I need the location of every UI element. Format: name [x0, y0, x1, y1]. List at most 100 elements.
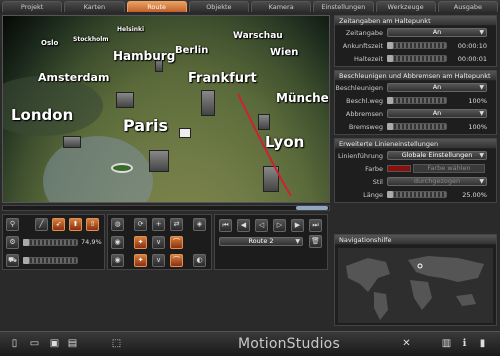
- trash-icon[interactable]: ▮: [476, 337, 489, 350]
- navigation-minimap[interactable]: [338, 248, 493, 323]
- row-abbremsen: Abbremsen An ▼: [335, 107, 496, 120]
- slider-knob[interactable]: [23, 239, 29, 246]
- line-style-icon[interactable]: ╱: [35, 218, 48, 231]
- row-beschleunigen: Beschleunigen An ▼: [335, 81, 496, 94]
- prev-icon[interactable]: ◀: [237, 219, 250, 232]
- vehicle-size-slider[interactable]: [23, 257, 78, 264]
- last-icon[interactable]: ⏭: [309, 219, 322, 232]
- row-ankunftszeit: Ankunftszeit 00:00:10: [335, 39, 496, 52]
- bremsweg-slider[interactable]: [387, 123, 447, 130]
- route-select[interactable]: Route 2 ▼: [219, 237, 303, 246]
- curve-icon[interactable]: ⌒: [170, 236, 183, 249]
- tab-ausgabe[interactable]: Ausgabe: [437, 1, 498, 12]
- tools-icon[interactable]: ✕: [400, 337, 413, 350]
- city-label: Wien: [270, 47, 299, 58]
- arrow-up-alt-icon[interactable]: ⇧: [86, 218, 99, 231]
- linienfuehrung-dropdown[interactable]: Globale Einstellungen ▼: [387, 151, 487, 160]
- tab-objekte[interactable]: Objekte: [188, 1, 249, 12]
- color-swatch[interactable]: [387, 165, 411, 172]
- line-width-slider[interactable]: [23, 239, 78, 246]
- stil-label: Stil: [372, 177, 383, 186]
- row-stil: Stil durchgezogen ▼: [335, 175, 496, 188]
- map-viewport[interactable]: Oslo Stockholm Helsinki Hamburg Berlin W…: [2, 15, 330, 203]
- nav-title: Navigationshilfe: [335, 235, 496, 245]
- ankunftszeit-slider[interactable]: [387, 42, 447, 49]
- tab-kamera[interactable]: Kamera: [251, 1, 312, 12]
- city-label: Helsinki: [117, 26, 145, 33]
- arrow-up-icon[interactable]: ⬆: [69, 218, 82, 231]
- world-map: [346, 256, 484, 320]
- brand-logo: MotionStudios: [238, 336, 340, 352]
- stil-dropdown[interactable]: durchgezogen ▼: [387, 177, 487, 186]
- chevron-down-icon: ▼: [479, 84, 484, 91]
- shuffle-icon[interactable]: ⇄: [170, 218, 183, 231]
- stamp-icon[interactable]: ◈: [193, 218, 206, 231]
- beschleunigen-dropdown[interactable]: An ▼: [387, 83, 487, 92]
- save-as-icon[interactable]: ▤: [66, 337, 79, 350]
- city-label: Stockholm: [73, 36, 109, 43]
- arrow-style-icon[interactable]: ➶: [52, 218, 65, 231]
- info-icon[interactable]: ℹ: [458, 337, 471, 350]
- linienfuehrung-label: Linienführung: [337, 151, 383, 160]
- save-icon[interactable]: ▣: [48, 337, 61, 350]
- slider-knob[interactable]: [23, 257, 29, 264]
- slider-knob[interactable]: [387, 42, 393, 49]
- app-window: Projekt Karten Route Objekte Kamera Eins…: [0, 0, 500, 356]
- globe-icon[interactable]: ◍: [111, 218, 124, 231]
- eye-settings-icon[interactable]: ◐: [193, 254, 206, 267]
- haltezeit-label: Haltezeit: [354, 54, 383, 63]
- slider-knob[interactable]: [387, 191, 393, 198]
- next-icon[interactable]: ▶: [291, 219, 304, 232]
- scroll-thumb[interactable]: [296, 206, 328, 210]
- eye-alt-icon[interactable]: ◉: [111, 254, 124, 267]
- row-zeitangabe: Zeitangabe An ▼: [335, 26, 496, 39]
- footer-bar: ▯ ▭ ▣ ▤ ⬚ MotionStudios ✕ ▥ ℹ ▮: [0, 331, 500, 356]
- slider-knob[interactable]: [387, 97, 393, 104]
- panel-title: Beschleunigen und Abbremsen am Haltepunk…: [335, 71, 496, 81]
- city-label: London: [11, 106, 74, 124]
- tab-projekt[interactable]: Projekt: [2, 1, 63, 12]
- abbremsen-dropdown[interactable]: An ▼: [387, 109, 487, 118]
- zeitangabe-dropdown[interactable]: An ▼: [387, 28, 487, 37]
- slider-knob[interactable]: [387, 55, 393, 62]
- marker-alt-icon[interactable]: ✦: [134, 254, 147, 267]
- chevron-down-icon[interactable]: ∨: [152, 236, 165, 249]
- slider-knob[interactable]: [387, 123, 393, 130]
- haltezeit-slider[interactable]: [387, 55, 447, 62]
- add-icon[interactable]: +: [152, 218, 165, 231]
- abbremsen-label: Abbremsen: [345, 109, 383, 118]
- help-book-icon[interactable]: ▥: [440, 337, 453, 350]
- chevron-down-icon: ▼: [479, 29, 484, 36]
- width-icon[interactable]: ⚙: [6, 236, 19, 249]
- laenge-value: 25.00%: [462, 190, 487, 199]
- tab-einstellungen[interactable]: Einstellungen: [313, 1, 374, 12]
- export-icon[interactable]: ⬚: [110, 337, 123, 350]
- tab-route[interactable]: Route: [126, 1, 187, 12]
- timeline-scrollbar[interactable]: [2, 205, 330, 211]
- trash-icon[interactable]: 🗑: [309, 235, 322, 248]
- chevron-down-icon: ▼: [479, 178, 484, 185]
- row-laenge: Länge 25.00%: [335, 188, 496, 201]
- rewind-icon[interactable]: ◁: [255, 219, 268, 232]
- first-icon[interactable]: ⏮: [219, 219, 232, 232]
- marker-icon[interactable]: ✦: [134, 236, 147, 249]
- beschlweg-label: Beschl.weg: [346, 96, 383, 105]
- bremsweg-value: 100%: [468, 122, 487, 131]
- laenge-slider[interactable]: [387, 191, 447, 198]
- vehicle-icon[interactable]: ⛟: [6, 254, 19, 267]
- farbe-waehlen-button[interactable]: Farbe wählen: [413, 164, 485, 173]
- beschlweg-slider[interactable]: [387, 97, 447, 104]
- open-folder-icon[interactable]: ▭: [28, 337, 41, 350]
- pin-icon[interactable]: ⚲: [6, 218, 19, 231]
- chevron-down-icon: ▼: [295, 238, 300, 245]
- curve-alt-icon[interactable]: ⌒: [170, 254, 183, 267]
- chevron-down-alt-icon[interactable]: ∨: [152, 254, 165, 267]
- eye-icon[interactable]: ◉: [111, 236, 124, 249]
- tab-werkzeuge[interactable]: Werkzeuge: [375, 1, 436, 12]
- forward-icon[interactable]: ▷: [273, 219, 286, 232]
- row-farbe: Farbe Farbe wählen: [335, 162, 496, 175]
- refresh-icon[interactable]: ⟳: [134, 218, 147, 231]
- tab-karten[interactable]: Karten: [64, 1, 125, 12]
- menu-bar: Projekt Karten Route Objekte Kamera Eins…: [0, 0, 500, 12]
- new-file-icon[interactable]: ▯: [8, 337, 21, 350]
